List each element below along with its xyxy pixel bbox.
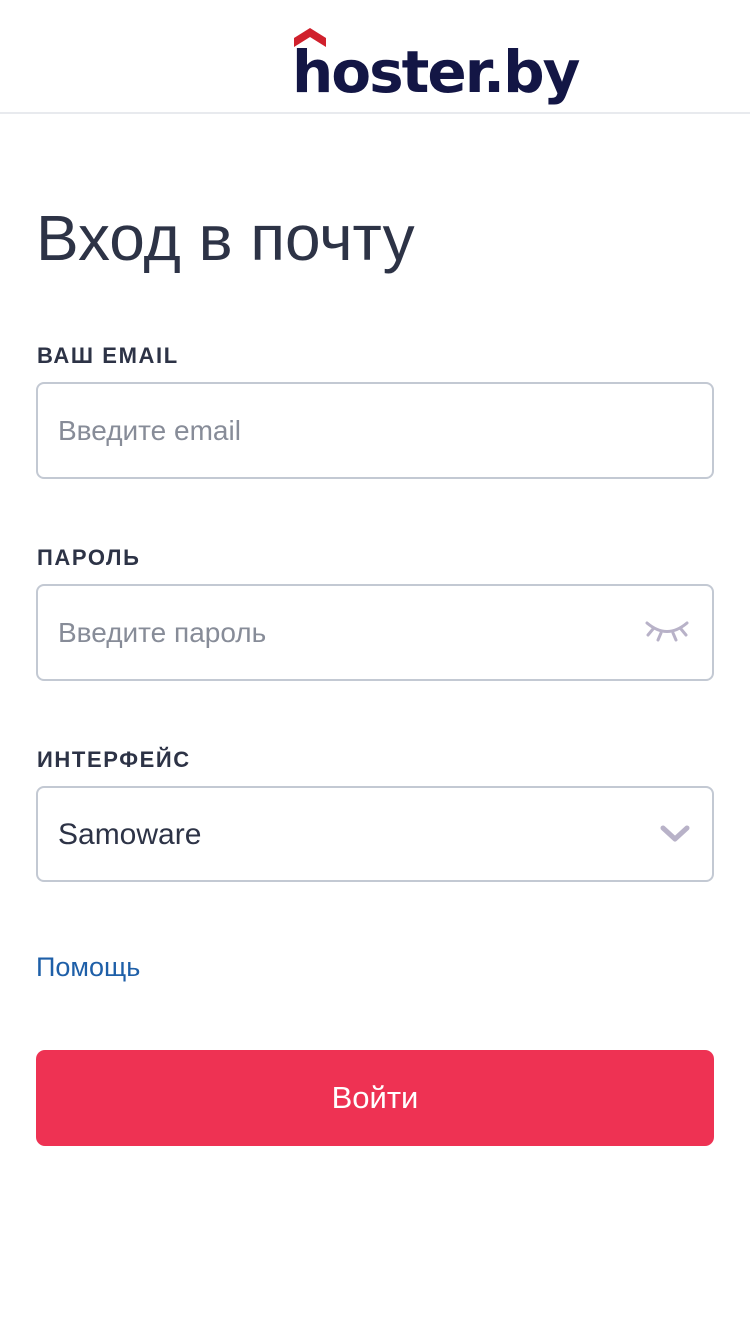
- page-title: Вход в почту: [36, 202, 415, 274]
- password-label: ПАРОЛЬ: [37, 545, 141, 570]
- password-input[interactable]: [58, 586, 638, 679]
- interface-selected-value: Samoware: [58, 818, 202, 851]
- chevron-down-icon: [660, 825, 690, 842]
- interface-label: ИНТЕРФЕЙС: [37, 747, 191, 772]
- interface-select[interactable]: Samoware: [36, 786, 714, 882]
- help-link[interactable]: Помощь: [36, 950, 140, 984]
- login-button[interactable]: Войти: [36, 1050, 714, 1146]
- eye-closed-icon[interactable]: [644, 618, 690, 644]
- login-page: hoster.by Вход в почту ВАШ EMAIL ПАРОЛЬ …: [0, 0, 750, 1334]
- email-field[interactable]: [36, 382, 714, 479]
- hoster-logo[interactable]: hoster.by: [292, 26, 580, 108]
- email-label: ВАШ EMAIL: [37, 343, 179, 368]
- password-field[interactable]: [36, 584, 714, 681]
- header: hoster.by: [0, 0, 750, 114]
- email-input[interactable]: [58, 384, 638, 477]
- logo-text: hoster.by: [292, 38, 580, 106]
